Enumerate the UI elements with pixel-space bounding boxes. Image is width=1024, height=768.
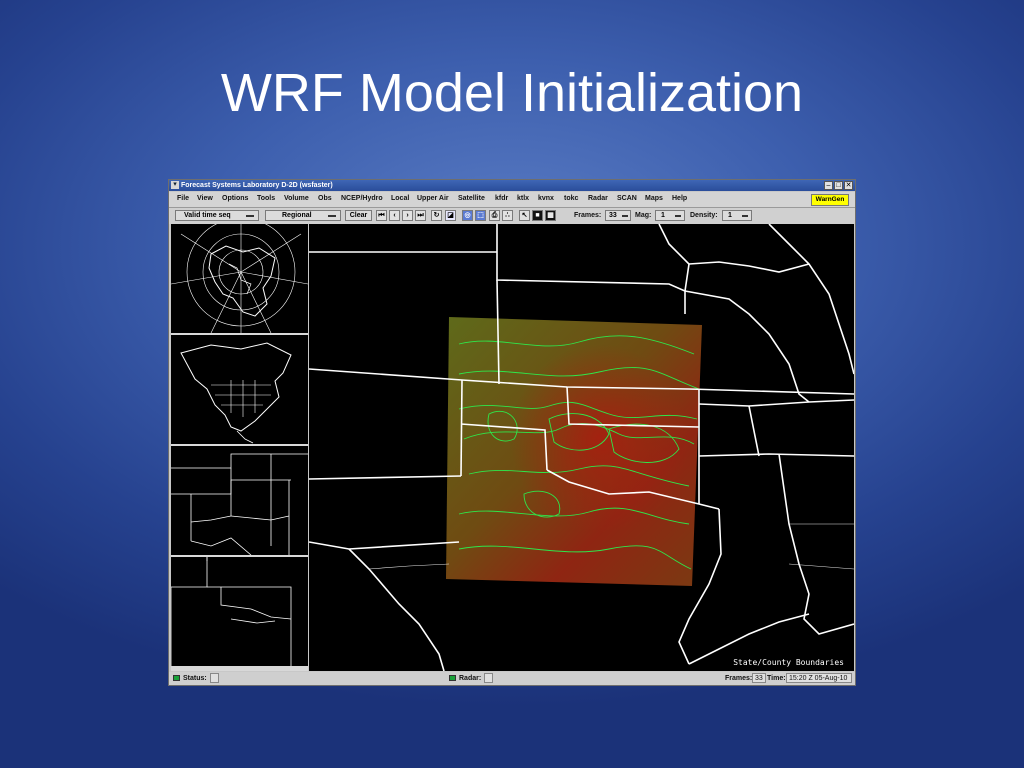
wrf-domain-hotspot (446, 317, 702, 586)
menu-satellite[interactable]: Satellite (458, 195, 485, 202)
maximize-icon[interactable]: □ (834, 181, 843, 190)
menu-tokc[interactable]: tokc (564, 195, 578, 202)
scale-value: Regional (282, 212, 312, 219)
dropdown-indicator-icon (622, 215, 628, 217)
warngen-button[interactable]: WarnGen (811, 194, 849, 206)
radar-log-button[interactable] (484, 673, 493, 683)
menu-tools[interactable]: Tools (257, 195, 275, 202)
menu-kfdr[interactable]: kfdr (495, 195, 508, 202)
time-value: 15:20 Z 05-Aug-10 (786, 673, 852, 683)
status-frames-value: 33 (752, 673, 766, 683)
menu-ktlx[interactable]: ktlx (517, 195, 529, 202)
single-pane-icon[interactable]: ■ (532, 210, 543, 221)
frames-selector[interactable]: 33 (605, 210, 631, 221)
status-label: Status: (183, 675, 207, 682)
menu-kvnx[interactable]: kvnx (538, 195, 554, 202)
density-value: 1 (728, 212, 732, 219)
menu-ncep-hydro[interactable]: NCEP/Hydro (341, 195, 383, 202)
slide-title: WRF Model Initialization (220, 63, 804, 123)
menu-options[interactable]: Options (222, 195, 248, 202)
density-label: Density: (690, 212, 718, 219)
close-icon[interactable]: ✕ (844, 181, 853, 190)
main-map-display[interactable]: State/County Boundaries (309, 224, 854, 671)
toolbar: Valid time seq Regional Clear ⏮ ‹ › ⏭ ↻ … (169, 208, 855, 224)
window-titlebar[interactable]: ▾ Forecast Systems Laboratory D-2D (wsfa… (169, 180, 855, 191)
scale-dropdown[interactable]: Regional (265, 210, 341, 221)
print-icon[interactable]: ⎙ (489, 210, 500, 221)
points-icon[interactable]: ∴ (502, 210, 513, 221)
dropdown-indicator-icon (246, 215, 254, 217)
menu-view[interactable]: View (197, 195, 213, 202)
menu-obs[interactable]: Obs (318, 195, 332, 202)
time-mode-value: Valid time seq (184, 212, 231, 219)
menubar: File View Options Tools Volume Obs NCEP/… (169, 192, 855, 208)
menu-local[interactable]: Local (391, 195, 409, 202)
radar-label: Radar: (459, 675, 482, 682)
pan-icon[interactable]: ◎ (462, 210, 473, 221)
dropdown-indicator-icon (328, 215, 336, 217)
menu-maps[interactable]: Maps (645, 195, 663, 202)
cursor-icon[interactable]: ↖ (519, 210, 530, 221)
thumbnail-regional[interactable] (171, 446, 308, 555)
window-title: Forecast Systems Laboratory D-2D (wsfast… (181, 182, 333, 189)
first-frame-icon[interactable]: ⏮ (376, 210, 387, 221)
thumbnail-north-america[interactable] (171, 335, 308, 444)
overlay-legend-label: State/County Boundaries (733, 658, 844, 667)
density-selector[interactable]: 1 (722, 210, 752, 221)
clear-label: Clear (349, 212, 368, 219)
mag-value: 1 (661, 212, 665, 219)
status-frames-label: Frames: (725, 675, 753, 682)
radar-indicator-icon (449, 675, 456, 681)
thumbnail-northern-hemisphere[interactable] (171, 224, 308, 333)
status-indicator-icon (173, 675, 180, 681)
dropdown-indicator-icon (675, 215, 681, 217)
menu-help[interactable]: Help (672, 195, 687, 202)
scale-thumbnail-panes (171, 224, 308, 671)
status-log-button[interactable] (210, 673, 219, 683)
time-mode-dropdown[interactable]: Valid time seq (175, 210, 259, 221)
mag-selector[interactable]: 1 (655, 210, 685, 221)
menu-radar[interactable]: Radar (588, 195, 608, 202)
menu-upper-air[interactable]: Upper Air (417, 195, 449, 202)
status-bar: Status: Radar: Frames: 33 Time: 15:20 Z … (169, 672, 855, 685)
menu-file[interactable]: File (177, 195, 189, 202)
next-frame-icon[interactable]: › (402, 210, 413, 221)
image-properties-icon[interactable]: ◪ (445, 210, 456, 221)
map-canvas (309, 224, 854, 671)
window-menu-icon[interactable]: ▾ (171, 181, 179, 189)
d2d-application-window: ▾ Forecast Systems Laboratory D-2D (wsfa… (168, 179, 856, 686)
dropdown-indicator-icon (742, 215, 748, 217)
four-pane-icon[interactable]: ▦ (545, 210, 556, 221)
clear-button[interactable]: Clear (345, 210, 372, 221)
frames-value: 33 (609, 212, 617, 219)
minimize-icon[interactable]: – (824, 181, 833, 190)
last-frame-icon[interactable]: ⏭ (415, 210, 426, 221)
frames-label: Frames: (574, 212, 602, 219)
menu-volume[interactable]: Volume (284, 195, 309, 202)
previous-frame-icon[interactable]: ‹ (389, 210, 400, 221)
menu-scan[interactable]: SCAN (617, 195, 637, 202)
zoom-icon[interactable]: ⬚ (475, 210, 486, 221)
mag-label: Mag: (635, 212, 652, 219)
thumbnail-local[interactable] (171, 557, 308, 666)
loop-icon[interactable]: ↻ (431, 210, 442, 221)
time-label: Time: (767, 675, 786, 682)
